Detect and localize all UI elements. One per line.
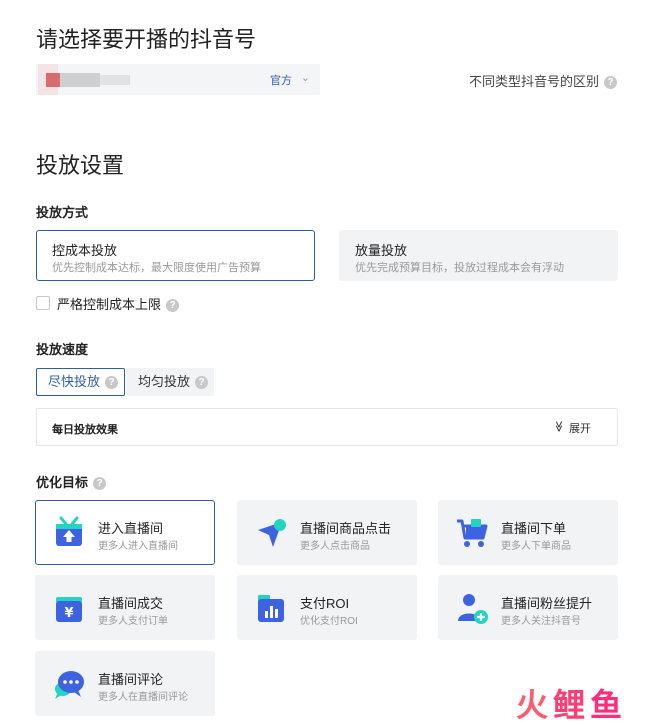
goal-subtitle: 优化支付ROI — [300, 616, 358, 627]
double-chevron-down-icon[interactable]: ≫ — [553, 421, 566, 433]
goal-title: 进入直播间 — [98, 521, 164, 536]
official-tag: 官方 — [270, 75, 292, 87]
delivery-method-label: 投放方式 — [36, 205, 89, 220]
account-type-diff-label: 不同类型抖音号的区别 — [468, 74, 599, 89]
delivery-option-volume[interactable]: 放量投放 优先完成预算目标，投放过程成本会有浮动 — [339, 230, 618, 281]
goal-title: 直播间评论 — [98, 672, 164, 687]
help-icon[interactable]: ? — [166, 299, 180, 313]
strict-cost-label-wrap: 严格控制成本上限? — [57, 294, 180, 313]
goal-product-click[interactable]: 直播间商品点击 更多人点击商品 — [237, 500, 417, 565]
goal-label: 优化目标 — [36, 475, 89, 490]
watermark-logo: 火鲤鱼 — [516, 680, 627, 726]
goal-comment[interactable]: 直播间评论 更多人在直播间评论 — [35, 651, 215, 716]
goal-subtitle: 更多人点击商品 — [300, 541, 370, 552]
chat-bubble-icon — [55, 671, 84, 699]
account-name-blur — [100, 75, 130, 85]
goal-fans[interactable]: 直播间粉丝提升 更多人关注抖音号 — [438, 575, 618, 640]
goal-subtitle: 更多人关注抖音号 — [501, 616, 581, 627]
watermark-char: 火 — [515, 687, 553, 723]
option-subtitle: 优先控制成本达标，最大限度使用广告预算 — [52, 262, 261, 274]
daily-effect-title: 每日投放效果 — [52, 424, 118, 436]
user-add-icon — [458, 594, 488, 624]
option-title: 控成本投放 — [52, 243, 118, 258]
help-icon[interactable]: ? — [604, 76, 617, 90]
bar-chart-icon — [258, 595, 284, 622]
goal-place-order[interactable]: 直播间下单 更多人下单商品 — [438, 500, 618, 565]
delivery-speed-label: 投放速度 — [36, 342, 89, 357]
section-title: 投放设置 — [36, 153, 125, 178]
shopping-cart-icon — [457, 519, 488, 547]
goal-label-wrap: 优化目标? — [36, 472, 107, 491]
goal-title: 直播间商品点击 — [300, 521, 392, 536]
strict-cost-label: 严格控制成本上限 — [57, 297, 162, 312]
account-select[interactable]: 官方 ⌄ — [36, 64, 320, 95]
goal-enter-room[interactable]: 进入直播间 更多人进入直播间 — [35, 500, 215, 565]
speed-label: 尽快投放 — [48, 374, 101, 389]
speed-option-fast[interactable]: 尽快投放? — [36, 368, 125, 396]
expand-button[interactable]: 展开 — [569, 420, 591, 436]
goal-subtitle: 更多人进入直播间 — [98, 541, 178, 552]
speed-option-even[interactable]: 均匀投放? — [126, 368, 214, 396]
goal-deal[interactable]: ¥ 直播间成交 更多人支付订单 — [35, 575, 215, 640]
goal-title: 直播间成交 — [98, 596, 164, 611]
delivery-option-cost-control[interactable]: 控成本投放 优先控制成本达标，最大限度使用广告预算 — [36, 230, 315, 281]
page-title: 请选择要开播的抖音号 — [36, 27, 257, 52]
goal-subtitle: 更多人支付订单 — [98, 616, 168, 627]
goal-subtitle: 更多人下单商品 — [501, 541, 571, 552]
help-icon[interactable]: ? — [93, 477, 107, 491]
tv-icon — [56, 516, 82, 546]
svg-text:¥: ¥ — [64, 606, 73, 621]
account-type-diff-link[interactable]: 不同类型抖音号的区别? — [469, 71, 617, 90]
strict-cost-checkbox[interactable] — [36, 296, 50, 310]
option-subtitle: 优先完成预算目标，投放过程成本会有浮动 — [355, 262, 564, 274]
help-icon[interactable]: ? — [105, 376, 119, 390]
goal-title: 直播间下单 — [501, 521, 567, 536]
option-title: 放量投放 — [355, 243, 408, 258]
account-name-blur — [60, 73, 100, 87]
watermark-char: 鲤 — [552, 687, 590, 723]
watermark-char: 鱼 — [589, 687, 627, 723]
daily-effect-panel[interactable]: 每日投放效果 ≫ 展开 — [36, 408, 618, 446]
wallet-yuan-icon: ¥ — [56, 597, 82, 622]
help-icon[interactable]: ? — [195, 376, 209, 390]
cursor-click-icon — [258, 519, 286, 547]
goal-title: 支付ROI — [300, 596, 350, 611]
goal-subtitle: 更多人在直播间评论 — [98, 692, 188, 703]
speed-label: 均匀投放 — [138, 374, 191, 389]
account-name-blur — [46, 73, 60, 87]
goal-roi[interactable]: 支付ROI 优化支付ROI — [237, 575, 417, 640]
goal-title: 直播间粉丝提升 — [501, 596, 593, 611]
chevron-down-icon[interactable]: ⌄ — [301, 71, 310, 84]
